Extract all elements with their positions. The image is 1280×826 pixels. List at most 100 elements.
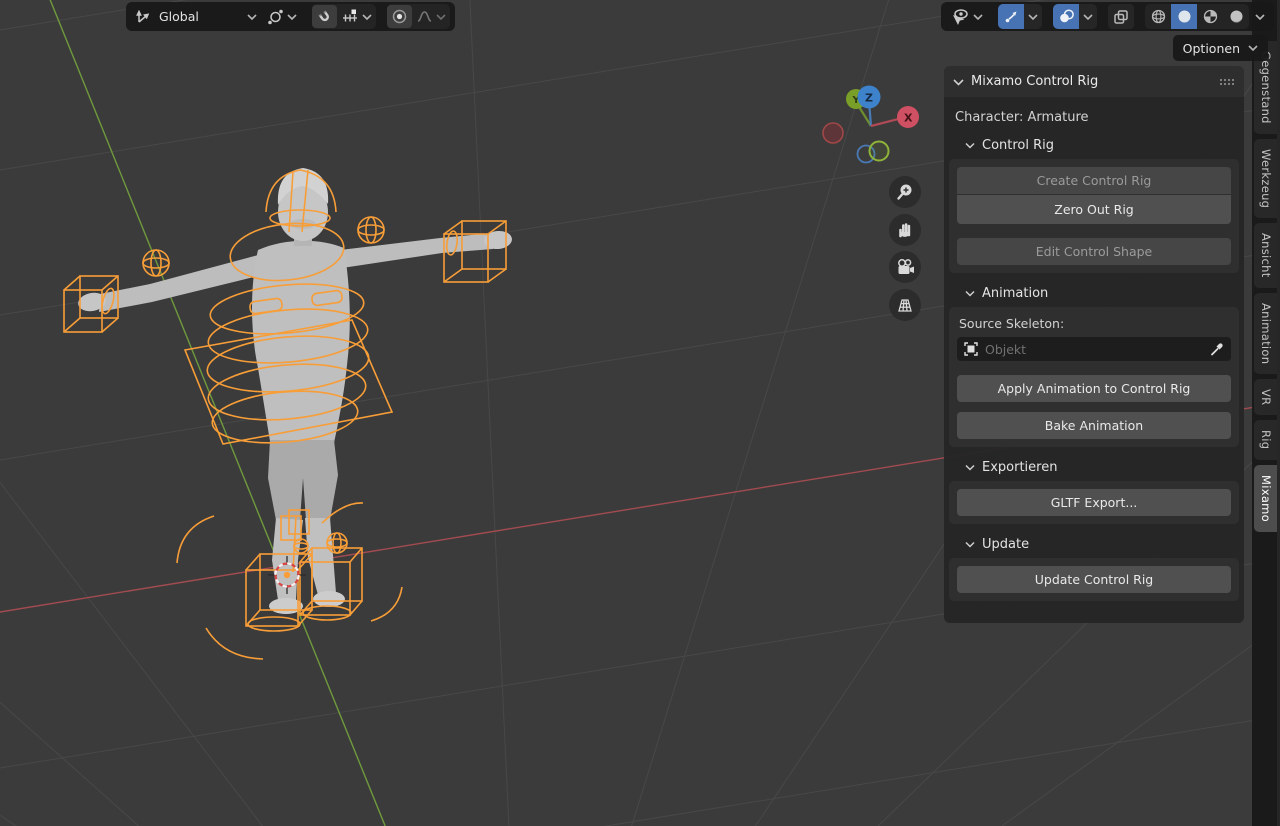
visibility-dropdown[interactable] [946, 5, 987, 28]
sidebar-tab-strip: Gegenstand Werkzeug Ansicht Animation VR… [1252, 0, 1280, 826]
overlays-cluster [1053, 4, 1097, 29]
chevron-down-icon [247, 13, 257, 21]
gizmo-cluster [998, 4, 1042, 29]
eyedropper-icon[interactable] [1209, 341, 1225, 357]
zoom-button[interactable] [889, 176, 921, 208]
bake-animation-button[interactable]: Bake Animation [957, 412, 1231, 439]
pan-button[interactable] [889, 214, 921, 246]
chevron-down-icon [1083, 13, 1093, 21]
pan-hand-icon [895, 220, 915, 240]
apply-animation-button[interactable]: Apply Animation to Control Rig [957, 375, 1231, 402]
chevron-down-icon [965, 290, 975, 297]
transform-orientation-dropdown[interactable]: Global [131, 5, 261, 28]
chevron-down-icon [1255, 13, 1265, 21]
section-header-control-rig[interactable]: Control Rig [965, 138, 1234, 153]
navigation-gizmo[interactable]: Y Z X [818, 78, 923, 174]
y-axis-line [34, 0, 403, 826]
falloff-dropdown[interactable] [412, 5, 450, 28]
snap-increment-icon [341, 8, 359, 25]
source-skeleton-label: Source Skeleton: [959, 316, 1229, 331]
overlay-circles-icon [1058, 8, 1075, 25]
sidebar-tab-animation[interactable]: Animation [1254, 293, 1277, 374]
chevron-down-icon [973, 13, 983, 21]
chevron-down-icon [287, 13, 297, 21]
sidebar-tab-werkzeug[interactable]: Werkzeug [1254, 139, 1277, 218]
falloff-curve-icon [416, 8, 433, 25]
object-square-icon [963, 341, 979, 357]
sidebar-tab-rig[interactable]: Rig [1254, 420, 1277, 459]
shading-material-button[interactable] [1197, 4, 1223, 29]
chevron-down-icon [1248, 44, 1258, 52]
gizmo-toggle[interactable] [998, 4, 1024, 29]
edit-control-shape-button[interactable]: Edit Control Shape [957, 238, 1231, 265]
snap-toggle-button[interactable] [312, 5, 337, 28]
section-header-animation[interactable]: Animation [965, 286, 1234, 301]
shading-cluster [1145, 4, 1249, 29]
options-label: Optionen [1183, 41, 1240, 56]
shading-dropdown[interactable] [1251, 5, 1269, 28]
character-label: Character: Armature [955, 110, 1233, 125]
header-tool-group-left: Global [126, 2, 455, 31]
wireframe-sphere-icon [1150, 8, 1167, 25]
gizmo-minus-x-ball[interactable] [823, 123, 843, 143]
gizmo-z-label: Z [865, 92, 873, 105]
snap-cluster [312, 4, 376, 29]
section-header-update[interactable]: Update [965, 537, 1234, 552]
panel-header[interactable]: Mixamo Control Rig [944, 66, 1244, 97]
gizmo-arrow-icon [1003, 8, 1020, 25]
mixamo-panel: Mixamo Control Rig Character: Armature C… [944, 66, 1244, 623]
sidebar-tab-vr[interactable]: VR [1254, 379, 1277, 415]
chevron-down-icon [436, 13, 446, 21]
gizmo-dropdown[interactable] [1024, 4, 1042, 29]
proportional-editing-toggle[interactable] [387, 5, 412, 28]
proportional-editing-icon [391, 8, 408, 25]
chevron-down-icon [965, 541, 975, 548]
gltf-export-button[interactable]: GLTF Export... [957, 489, 1231, 516]
section-title: Control Rig [982, 138, 1054, 153]
shading-rendered-button[interactable] [1223, 4, 1249, 29]
section-title: Animation [982, 286, 1048, 301]
section-title: Update [982, 537, 1029, 552]
source-skeleton-field[interactable]: Objekt [957, 337, 1231, 361]
snap-settings-dropdown[interactable] [337, 5, 376, 28]
object-placeholder: Objekt [985, 342, 1203, 357]
overlays-toggle[interactable] [1053, 4, 1079, 29]
camera-view-button[interactable] [889, 251, 921, 283]
rendered-sphere-icon [1228, 8, 1245, 25]
section-title: Exportieren [982, 460, 1057, 475]
gizmo-x-label: X [904, 112, 913, 125]
sidebar-tab-mixamo[interactable]: Mixamo [1254, 465, 1277, 532]
options-dropdown[interactable]: Optionen [1173, 35, 1268, 61]
panel-title: Mixamo Control Rig [971, 74, 1212, 89]
orthographic-toggle-button[interactable] [889, 289, 921, 321]
camera-icon [894, 257, 916, 277]
update-control-rig-button[interactable]: Update Control Rig [957, 566, 1231, 593]
chevron-down-icon [965, 142, 975, 149]
drag-dots-icon[interactable] [1219, 77, 1235, 87]
animation-body: Source Skeleton: Objekt Apply Animation … [949, 307, 1239, 447]
update-body: Update Control Rig [949, 558, 1239, 601]
chevron-down-icon [965, 464, 975, 471]
section-header-export[interactable]: Exportieren [965, 460, 1234, 475]
shading-solid-button[interactable] [1171, 4, 1197, 29]
orthographic-grid-icon [895, 295, 915, 315]
pivot-point-dropdown[interactable] [263, 5, 301, 28]
chevron-down-icon [953, 78, 964, 86]
shading-wireframe-button[interactable] [1145, 4, 1171, 29]
orientation-value: Global [155, 9, 203, 24]
sidebar-tab-ansicht[interactable]: Ansicht [1254, 223, 1277, 288]
zero-out-rig-button[interactable]: Zero Out Rig [957, 195, 1231, 224]
header-tool-group-right [941, 2, 1274, 31]
blender-3d-viewport: Global [0, 0, 1280, 826]
chevron-down-icon [362, 13, 372, 21]
axes-icon [135, 8, 152, 25]
pivot-point-icon [267, 8, 284, 25]
solid-sphere-icon [1176, 8, 1193, 25]
magnet-icon [316, 8, 333, 25]
eye-pointer-icon [950, 8, 970, 26]
gizmo-minus-y-ball[interactable] [870, 142, 889, 161]
overlays-dropdown[interactable] [1079, 4, 1097, 29]
xray-toggle[interactable] [1108, 4, 1134, 29]
xray-squares-icon [1112, 8, 1130, 26]
create-control-rig-button[interactable]: Create Control Rig [957, 167, 1231, 194]
